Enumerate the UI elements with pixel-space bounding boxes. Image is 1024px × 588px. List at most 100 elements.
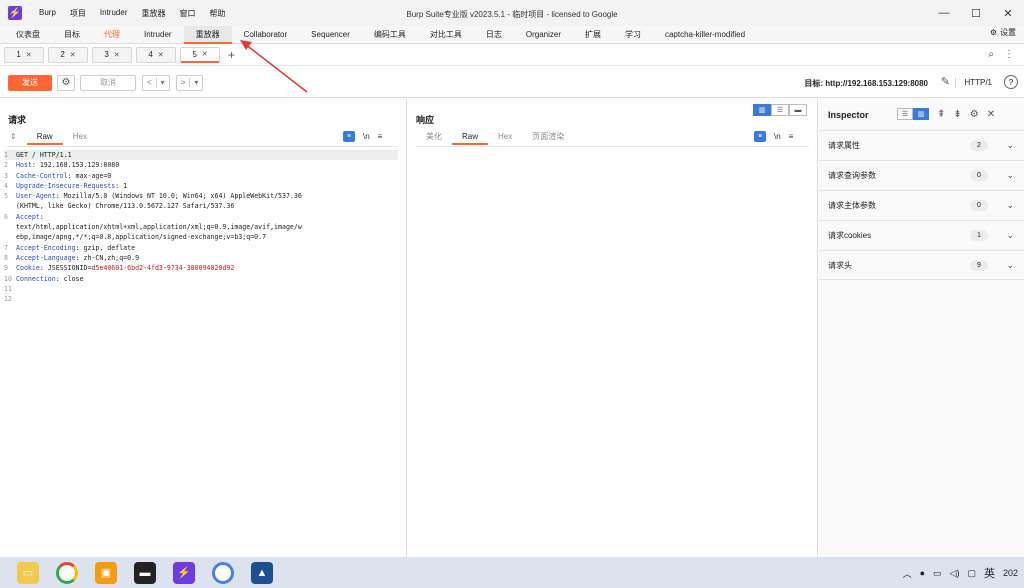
tab-dashboard[interactable]: 仪表盘 — [4, 26, 52, 44]
editor-line[interactable]: 7 Accept-Encoding: gzip, deflate — [4, 243, 398, 253]
tab-comparer[interactable]: 对比工具 — [418, 26, 474, 44]
chevron-down-icon[interactable]: ⌄ — [1006, 200, 1014, 211]
chrome-icon[interactable] — [56, 561, 78, 584]
send-button[interactable]: 发送 — [8, 74, 52, 91]
chevron-up-icon[interactable]: ︿ — [903, 567, 912, 580]
menu-repeater[interactable]: 重放器 — [134, 8, 172, 19]
collapse-all-icon[interactable]: ⇟ — [953, 109, 961, 120]
editor-line[interactable]: 11 — [4, 284, 398, 294]
layout-vertical-icon[interactable]: ☰ — [771, 104, 789, 116]
editor-line[interactable]: 2 Host: 192.168.153.129:8080 — [4, 160, 398, 170]
tab-proxy[interactable]: 代理 — [92, 26, 132, 44]
tab-repeater[interactable]: 重放器 — [183, 25, 232, 44]
tab-target[interactable]: 目标 — [52, 26, 92, 44]
tab-decoder[interactable]: 编码工具 — [362, 26, 418, 44]
menu-window[interactable]: 窗口 — [172, 8, 202, 19]
tab-pretty[interactable]: 美化 — [416, 131, 452, 145]
tab-collaborator[interactable]: Collaborator — [232, 26, 300, 44]
qq-icon[interactable]: ● — [920, 568, 925, 578]
inspector-section-query-params[interactable]: 请求查询参数 0 ⌄ — [819, 160, 1024, 190]
tab-organizer[interactable]: Organizer — [514, 26, 573, 44]
menu-icon[interactable]: ≡ — [378, 132, 383, 141]
battery-icon[interactable]: ▭ — [933, 568, 942, 579]
search-icon[interactable]: ⌕ — [988, 49, 994, 60]
forward-nav[interactable]: > ▾ — [175, 74, 204, 91]
tab-logger[interactable]: 日志 — [474, 26, 514, 44]
chevron-down-icon[interactable]: ▾ — [155, 78, 169, 87]
tab-captcha-killer[interactable]: captcha-killer-modified — [653, 26, 757, 44]
repeater-tab[interactable]: 2 ✕ — [48, 46, 88, 63]
close-tab-icon[interactable]: ✕ — [26, 51, 32, 59]
inspector-section-body-params[interactable]: 请求主体参数 0 ⌄ — [819, 190, 1024, 220]
pretty-toggle-icon[interactable]: ⇕ — [8, 131, 27, 145]
editor-line[interactable]: text/html,application/xhtml+xml,applicat… — [4, 222, 398, 232]
tab-raw[interactable]: Raw — [26, 131, 63, 145]
file-explorer-icon[interactable]: ▭ — [17, 561, 39, 584]
cancel-button[interactable]: 取消 — [80, 74, 136, 91]
split-view-icon[interactable]: ▥ — [913, 108, 929, 120]
close-tab-icon[interactable]: ✕ — [114, 51, 120, 59]
editor-line[interactable]: 3 Cache-Control: max-age=0 — [4, 171, 398, 181]
editor-line[interactable]: 12 — [4, 294, 398, 304]
send-settings-icon[interactable]: ⚙ — [57, 74, 75, 91]
wrap-lines-icon[interactable]: ≡ — [754, 131, 766, 142]
chevron-right-icon[interactable]: > — [177, 78, 190, 87]
chevron-down-icon[interactable]: ⌄ — [1006, 140, 1014, 151]
volume-icon[interactable]: ◁) — [950, 568, 960, 579]
chevron-down-icon[interactable]: ⌄ — [1006, 260, 1014, 271]
tab-raw[interactable]: Raw — [452, 131, 489, 145]
inspector-section-headers[interactable]: 请求头 9 ⌄ — [819, 250, 1024, 280]
http-version-button[interactable]: HTTP/1 — [955, 78, 992, 87]
repeater-tab[interactable]: 1 ✕ — [4, 46, 44, 63]
chromium-icon[interactable] — [212, 561, 234, 584]
editor-line[interactable]: 6 Accept: — [4, 212, 398, 222]
chevron-down-icon[interactable]: ▾ — [189, 78, 202, 87]
gear-icon[interactable]: ⚙ — [970, 109, 979, 120]
list-view-icon[interactable]: ☰ — [897, 108, 913, 120]
help-icon[interactable]: ? — [1004, 75, 1018, 89]
tab-hex[interactable]: Hex — [488, 131, 522, 145]
inspector-section-cookies[interactable]: 请求cookies 1 ⌄ — [819, 220, 1024, 250]
inspector-section-request-attributes[interactable]: 请求属性 2 ⌄ — [819, 130, 1024, 160]
tab-extensions[interactable]: 扩展 — [573, 26, 613, 44]
layout-side-by-side-icon[interactable]: ▥ — [753, 104, 771, 116]
editor-line[interactable]: 5 User-Agent: Mozilla/5.0 (Windows NT 10.… — [4, 191, 398, 201]
editor-line[interactable]: 8 Accept-Language: zh-CN,zh;q=0.9 — [4, 253, 398, 263]
more-options-icon[interactable]: ⋮ — [1004, 49, 1014, 60]
close-tab-icon[interactable]: ✕ — [70, 51, 76, 59]
ime-indicator[interactable]: 英 — [984, 565, 995, 581]
add-tab-icon[interactable]: + — [228, 48, 235, 62]
minimize-icon[interactable]: — — [928, 0, 960, 26]
expand-all-icon[interactable]: ⇞ — [937, 109, 945, 120]
repeater-tab-active[interactable]: 5 ✕ — [180, 46, 220, 63]
editor-line[interactable]: 1 GET / HTTP/1.1 — [4, 150, 398, 161]
tab-sequencer[interactable]: Sequencer — [299, 26, 362, 44]
editor-line[interactable]: (KHTML, like Gecko) Chrome/113.0.5672.12… — [4, 201, 398, 211]
editor-line[interactable]: ebp,image/apng,*/*;q=0.8,application/sig… — [4, 232, 398, 242]
menu-icon[interactable]: ≡ — [789, 132, 794, 141]
cat-app-icon[interactable]: ▲ — [251, 561, 273, 584]
menu-intruder[interactable]: Intruder — [93, 8, 135, 19]
close-tab-icon[interactable]: ✕ — [158, 51, 164, 59]
clock[interactable]: 202 — [1003, 568, 1018, 578]
tab-render[interactable]: 页面渲染 — [522, 131, 574, 145]
chevron-left-icon[interactable]: < — [143, 78, 156, 87]
tab-learn[interactable]: 学习 — [613, 26, 653, 44]
layout-tabs-icon[interactable]: ▬ — [789, 104, 807, 116]
pencil-icon[interactable]: ✎ — [941, 75, 950, 88]
show-newlines-button[interactable]: \n — [363, 132, 370, 141]
editor-line[interactable]: 4 Upgrade-Insecure-Requests: 1 — [4, 181, 398, 191]
menu-help[interactable]: 帮助 — [202, 8, 232, 19]
maximize-icon[interactable]: ☐ — [960, 0, 992, 26]
wrap-lines-icon[interactable]: ≡ — [343, 131, 355, 142]
repeater-tab[interactable]: 4 ✕ — [136, 46, 176, 63]
app-icon[interactable]: ▣ — [95, 561, 117, 584]
menu-burp[interactable]: Burp — [32, 8, 63, 19]
show-newlines-button[interactable]: \n — [774, 132, 781, 141]
tab-hex[interactable]: Hex — [63, 131, 97, 145]
repeater-tab[interactable]: 3 ✕ — [92, 46, 132, 63]
menu-project[interactable]: 项目 — [63, 8, 93, 19]
tab-intruder[interactable]: Intruder — [132, 26, 184, 44]
chevron-down-icon[interactable]: ⌄ — [1006, 230, 1014, 241]
network-icon[interactable]: ▢ — [967, 568, 976, 579]
